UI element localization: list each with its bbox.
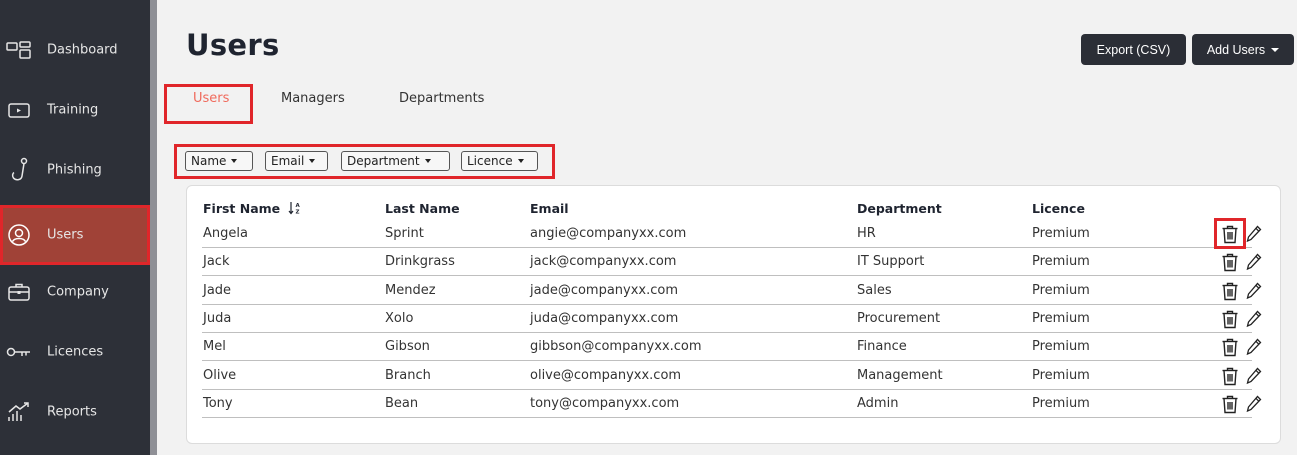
cell-email: gibbson@companyxx.com bbox=[530, 339, 702, 354]
cell-email: olive@companyxx.com bbox=[530, 368, 682, 383]
page-title: Users bbox=[186, 28, 280, 62]
cell-last-name: Drinkgrass bbox=[385, 254, 455, 269]
edit-pencil-icon[interactable] bbox=[1246, 338, 1262, 360]
export-csv-label: Export (CSV) bbox=[1096, 42, 1171, 57]
cell-last-name: Gibson bbox=[385, 339, 430, 354]
sidebar-item-reports[interactable]: Reports bbox=[0, 382, 150, 442]
highlight-box-filters bbox=[174, 144, 555, 179]
users-table-card bbox=[186, 185, 1281, 444]
cell-email: jade@companyxx.com bbox=[530, 283, 679, 298]
edit-pencil-icon[interactable] bbox=[1246, 225, 1262, 247]
caret-down-icon bbox=[1271, 47, 1280, 52]
cell-licence: Premium bbox=[1032, 311, 1090, 326]
highlight-box-delete bbox=[1214, 218, 1246, 249]
edit-pencil-icon[interactable] bbox=[1246, 310, 1262, 332]
cell-last-name: Sprint bbox=[385, 226, 424, 241]
cell-last-name: Mendez bbox=[385, 283, 436, 298]
row-divider bbox=[202, 275, 1252, 276]
sidebar-item-dashboard[interactable]: Dashboard bbox=[0, 20, 150, 80]
cell-department: IT Support bbox=[857, 254, 925, 269]
briefcase-icon bbox=[4, 279, 34, 305]
cell-licence: Premium bbox=[1032, 226, 1090, 241]
sidebar-item-company[interactable]: Company bbox=[0, 262, 150, 322]
column-header-department[interactable]: Department bbox=[857, 201, 942, 216]
cell-last-name: Xolo bbox=[385, 311, 414, 326]
cell-first-name: Angela bbox=[203, 226, 248, 241]
add-users-label: Add Users bbox=[1206, 42, 1266, 57]
delete-trash-icon[interactable] bbox=[1221, 337, 1239, 361]
row-divider bbox=[202, 417, 1252, 418]
sidebar-divider bbox=[150, 0, 157, 455]
cell-email: jack@companyxx.com bbox=[530, 254, 677, 269]
sidebar-item-label: Dashboard bbox=[47, 42, 118, 58]
sidebar: Dashboard Training Phishing Users Compan… bbox=[0, 0, 150, 455]
cell-first-name: Tony bbox=[203, 396, 233, 411]
sidebar-item-users[interactable]: Users bbox=[0, 205, 150, 265]
row-divider bbox=[202, 360, 1252, 361]
row-divider bbox=[202, 389, 1252, 390]
cell-licence: Premium bbox=[1032, 368, 1090, 383]
cell-first-name: Jade bbox=[203, 283, 232, 298]
row-divider bbox=[202, 304, 1252, 305]
tab-managers[interactable]: Managers bbox=[281, 91, 345, 106]
cell-last-name: Bean bbox=[385, 396, 419, 411]
delete-trash-icon[interactable] bbox=[1221, 252, 1239, 276]
cell-email: angie@companyxx.com bbox=[530, 226, 687, 241]
row-divider bbox=[202, 247, 1252, 248]
svg-text:Z: Z bbox=[295, 210, 299, 216]
sidebar-item-label: Reports bbox=[47, 404, 97, 420]
user-icon bbox=[4, 222, 34, 248]
column-header-label: First Name bbox=[203, 201, 281, 216]
edit-pencil-icon[interactable] bbox=[1246, 395, 1262, 417]
cell-department: HR bbox=[857, 226, 876, 241]
sidebar-item-label: Training bbox=[47, 102, 99, 118]
dashboard-icon bbox=[4, 37, 34, 63]
cell-licence: Premium bbox=[1032, 283, 1090, 298]
cell-first-name: Olive bbox=[203, 368, 237, 383]
column-header-licence[interactable]: Licence bbox=[1032, 201, 1085, 216]
delete-trash-icon[interactable] bbox=[1221, 281, 1239, 305]
cell-department: Sales bbox=[857, 283, 892, 298]
edit-pencil-icon[interactable] bbox=[1246, 367, 1262, 389]
cell-licence: Premium bbox=[1032, 254, 1090, 269]
cell-last-name: Branch bbox=[385, 368, 431, 383]
cell-first-name: Juda bbox=[203, 311, 232, 326]
sidebar-item-label: Phishing bbox=[47, 162, 102, 178]
sort-icon[interactable]: A Z bbox=[288, 201, 302, 218]
edit-pencil-icon[interactable] bbox=[1246, 282, 1262, 304]
highlight-box-tab bbox=[164, 84, 253, 124]
delete-trash-icon[interactable] bbox=[1221, 394, 1239, 418]
sidebar-item-label: Company bbox=[47, 284, 109, 300]
column-header-last-name[interactable]: Last Name bbox=[385, 201, 460, 216]
cell-first-name: Mel bbox=[203, 339, 226, 354]
cell-email: tony@companyxx.com bbox=[530, 396, 680, 411]
cell-email: juda@companyxx.com bbox=[530, 311, 679, 326]
delete-trash-icon[interactable] bbox=[1221, 309, 1239, 333]
reports-icon bbox=[4, 399, 34, 425]
sidebar-item-label: Licences bbox=[47, 344, 104, 360]
cell-licence: Premium bbox=[1032, 396, 1090, 411]
svg-text:A: A bbox=[295, 203, 300, 209]
row-divider bbox=[202, 332, 1252, 333]
export-csv-button[interactable]: Export (CSV) bbox=[1081, 34, 1186, 65]
cell-department: Procurement bbox=[857, 311, 941, 326]
cell-department: Admin bbox=[857, 396, 899, 411]
training-icon bbox=[4, 97, 34, 123]
cell-department: Finance bbox=[857, 339, 907, 354]
cell-licence: Premium bbox=[1032, 339, 1090, 354]
cell-department: Management bbox=[857, 368, 943, 383]
tab-departments[interactable]: Departments bbox=[399, 91, 484, 106]
cell-first-name: Jack bbox=[203, 254, 230, 269]
sidebar-item-training[interactable]: Training bbox=[0, 80, 150, 140]
delete-trash-icon[interactable] bbox=[1221, 366, 1239, 390]
sidebar-item-licences[interactable]: Licences bbox=[0, 322, 150, 382]
column-header-email[interactable]: Email bbox=[530, 201, 569, 216]
sidebar-item-label: Users bbox=[47, 227, 84, 243]
column-header-first-name[interactable]: First Name A Z bbox=[203, 201, 302, 218]
sidebar-item-phishing[interactable]: Phishing bbox=[0, 140, 150, 200]
key-icon bbox=[4, 339, 34, 365]
add-users-button[interactable]: Add Users bbox=[1192, 34, 1294, 65]
phishing-hook-icon bbox=[4, 157, 34, 183]
edit-pencil-icon[interactable] bbox=[1246, 253, 1262, 275]
